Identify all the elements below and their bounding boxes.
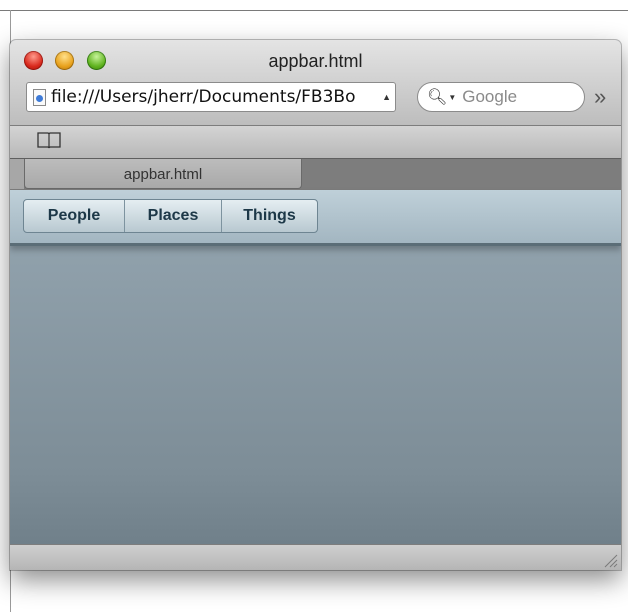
search-menu-caret-icon[interactable]: ▼ bbox=[448, 93, 456, 102]
title-bar: appbar.html file:///Users/jherr/Document… bbox=[10, 40, 621, 126]
document-icon bbox=[33, 88, 46, 106]
tab-strip: appbar.html bbox=[10, 158, 621, 191]
app-bar: People Places Things bbox=[10, 190, 621, 246]
tab-appbar[interactable]: appbar.html bbox=[24, 159, 302, 189]
search-placeholder[interactable]: Google bbox=[462, 87, 517, 107]
frame-border-top bbox=[0, 10, 628, 11]
bookmarks-bar bbox=[10, 126, 621, 158]
people-button[interactable]: People bbox=[24, 200, 125, 232]
address-bar[interactable]: file:///Users/jherr/Documents/FB3Bo ▲ bbox=[26, 82, 396, 112]
things-button[interactable]: Things bbox=[222, 200, 317, 232]
browser-window: appbar.html file:///Users/jherr/Document… bbox=[10, 40, 621, 570]
book-icon[interactable] bbox=[36, 131, 62, 149]
tab-label: appbar.html bbox=[123, 166, 203, 183]
search-icon[interactable]: 🔍︎ bbox=[427, 87, 447, 107]
segmented-control: People Places Things bbox=[23, 199, 318, 233]
places-button[interactable]: Places bbox=[125, 200, 222, 232]
status-bar bbox=[10, 544, 621, 570]
url-text[interactable]: file:///Users/jherr/Documents/FB3Bo bbox=[51, 87, 380, 107]
page-content: People Places Things bbox=[10, 190, 621, 544]
tab-strip-edge bbox=[10, 159, 24, 189]
url-arrow-icon[interactable]: ▲ bbox=[382, 92, 391, 102]
search-field[interactable]: 🔍︎ ▼ Google bbox=[417, 82, 585, 112]
toolbar-overflow-icon[interactable]: » bbox=[594, 84, 606, 110]
window-title: appbar.html bbox=[268, 51, 363, 71]
resize-grip-icon[interactable] bbox=[602, 552, 618, 568]
